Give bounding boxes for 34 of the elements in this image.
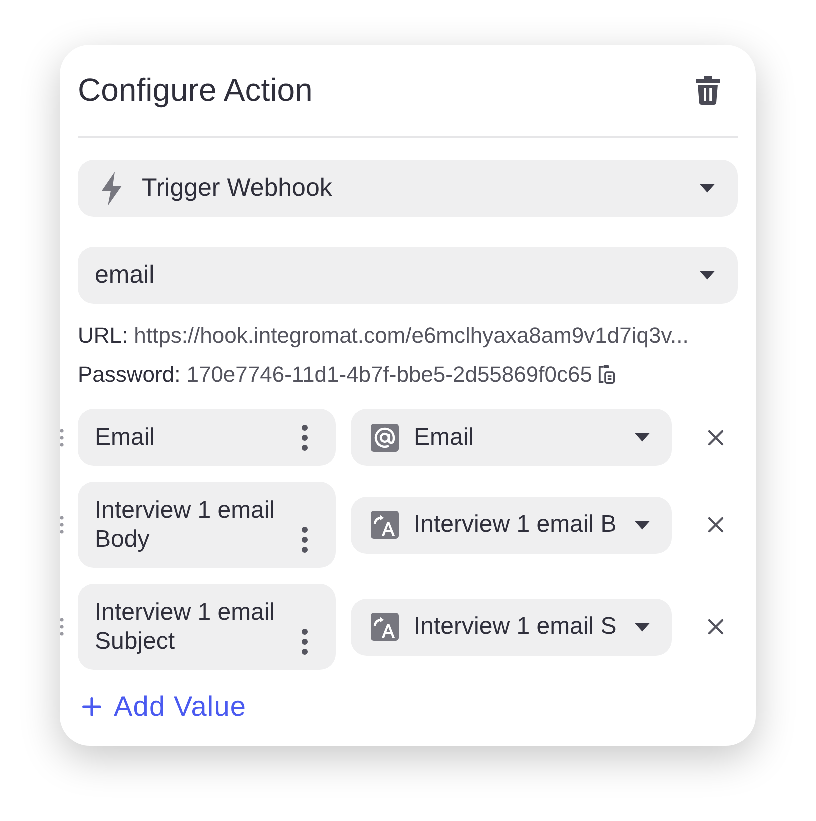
more-options-icon[interactable] bbox=[302, 526, 308, 552]
webhook-select[interactable]: email bbox=[78, 247, 738, 304]
action-select[interactable]: Trigger Webhook bbox=[78, 160, 738, 217]
field-name-box[interactable]: Interview 1 email Subject bbox=[78, 584, 336, 670]
add-value-button[interactable]: Add Value bbox=[78, 692, 247, 722]
trash-icon[interactable] bbox=[695, 75, 721, 105]
caret-icon bbox=[635, 520, 650, 530]
caret-icon bbox=[635, 433, 650, 442]
field-name: Email bbox=[95, 423, 156, 452]
info-label: Password: bbox=[78, 360, 181, 388]
field-name-box[interactable]: Email bbox=[78, 409, 336, 466]
info-value: 170e7746-11d1-4b7f-bbe5-2d55869f0c65 bbox=[186, 360, 592, 388]
drag-handle-icon[interactable] bbox=[60, 428, 64, 446]
caret-icon bbox=[700, 184, 715, 193]
panel-title: Configure Action bbox=[78, 74, 313, 106]
field-name: Interview 1 email Body bbox=[95, 496, 276, 554]
at-sign-icon bbox=[371, 424, 399, 452]
more-options-icon[interactable] bbox=[302, 424, 308, 450]
text-mapping-icon bbox=[371, 511, 399, 539]
caret-icon bbox=[635, 622, 650, 632]
info-label: URL: bbox=[78, 322, 128, 350]
lightning-bolt-icon bbox=[100, 172, 124, 206]
caret-icon bbox=[700, 271, 715, 280]
field-value-select[interactable]: Email bbox=[351, 409, 672, 466]
info-value: https://hook.integromat.com/e6mclhyaxa8am9v1d7iq3v... bbox=[134, 322, 689, 350]
field-value-select[interactable]: Interview 1 email S bbox=[351, 598, 672, 656]
drag-handle-icon[interactable] bbox=[60, 618, 64, 636]
more-options-icon[interactable] bbox=[302, 628, 308, 654]
field-value-select[interactable]: Interview 1 email B bbox=[351, 496, 672, 554]
text-mapping-icon bbox=[371, 613, 399, 641]
drag-handle-icon[interactable] bbox=[60, 516, 64, 534]
field-name-box[interactable]: Interview 1 email Body bbox=[78, 482, 336, 568]
field-name: Interview 1 email Subject bbox=[95, 598, 276, 656]
clipboard-icon[interactable] bbox=[598, 364, 616, 384]
